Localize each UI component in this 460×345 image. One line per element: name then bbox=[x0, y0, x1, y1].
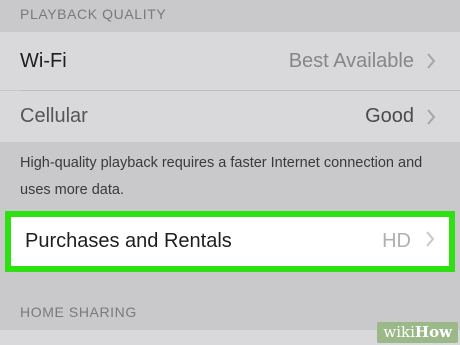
row-value: Good bbox=[365, 105, 414, 127]
settings-row-cellular[interactable]: Cellular Good bbox=[0, 91, 460, 142]
wikihow-watermark: wikiHow bbox=[377, 322, 458, 343]
settings-row-purchases-and-rentals[interactable]: Purchases and Rentals HD bbox=[5, 211, 455, 272]
row-value: Best Available bbox=[288, 49, 414, 72]
settings-row-wifi[interactable]: Wi-Fi Best Available bbox=[0, 32, 460, 90]
watermark-how: How bbox=[414, 323, 452, 341]
row-label: Cellular bbox=[20, 105, 88, 127]
chevron-right-icon bbox=[425, 231, 435, 252]
chevron-right-icon bbox=[426, 51, 438, 71]
watermark-wiki: wiki bbox=[383, 323, 415, 341]
home-sharing-header: HOME SHARING bbox=[20, 304, 137, 320]
chevron-right-icon bbox=[426, 107, 438, 127]
row-label: Purchases and Rentals bbox=[25, 230, 232, 252]
playback-footer-note: High-quality playback requires a faster … bbox=[20, 155, 423, 198]
row-label: Wi-Fi bbox=[20, 49, 67, 72]
playback-quality-header: PLAYBACK QUALITY bbox=[20, 6, 167, 22]
row-value: HD bbox=[382, 230, 411, 252]
